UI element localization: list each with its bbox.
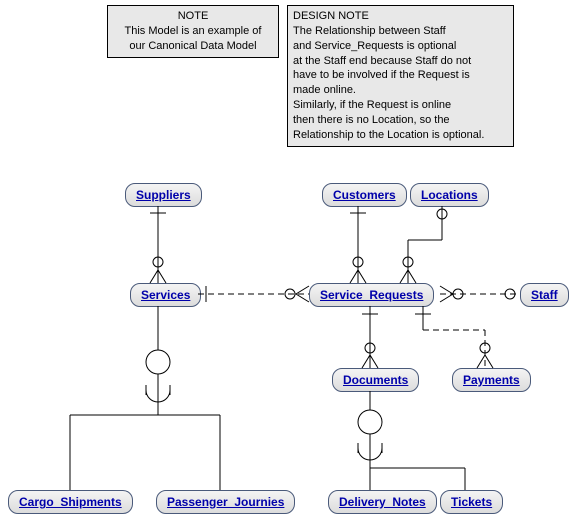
note-model-title: NOTE [113,9,273,24]
entity-passenger-journies[interactable]: Passenger_Journies [156,490,295,514]
entity-locations[interactable]: Locations [410,183,489,207]
entity-suppliers[interactable]: Suppliers [125,183,202,207]
note-design-l6: Similarly, if the Request is online [293,98,508,113]
note-design-l8: Relationship to the Location is optional… [293,128,508,143]
entity-delivery-notes[interactable]: Delivery_Notes [328,490,437,514]
entity-cargo-shipments[interactable]: Cargo_Shipments [8,490,133,514]
entity-service-requests[interactable]: Service_Requests [309,283,434,307]
note-design-l1: The Relationship between Staff [293,24,508,39]
note-model: NOTE This Model is an example of our Can… [107,5,279,58]
entity-tickets[interactable]: Tickets [440,490,503,514]
note-design: DESIGN NOTE The Relationship between Sta… [287,5,514,147]
note-design-l2: and Service_Requests is optional [293,39,508,54]
entity-documents[interactable]: Documents [332,368,419,392]
entity-staff[interactable]: Staff [520,283,569,307]
note-design-l7: then there is no Location, so the [293,113,508,128]
note-design-l4: have to be involved if the Request is [293,68,508,83]
entity-customers[interactable]: Customers [322,183,407,207]
note-design-l3: at the Staff end because Staff do not [293,54,508,69]
note-model-line2: our Canonical Data Model [113,39,273,54]
note-model-line1: This Model is an example of [113,24,273,39]
entity-services[interactable]: Services [130,283,201,307]
entity-payments[interactable]: Payments [452,368,531,392]
note-design-title: DESIGN NOTE [293,9,508,24]
note-design-l5: made online. [293,83,508,98]
